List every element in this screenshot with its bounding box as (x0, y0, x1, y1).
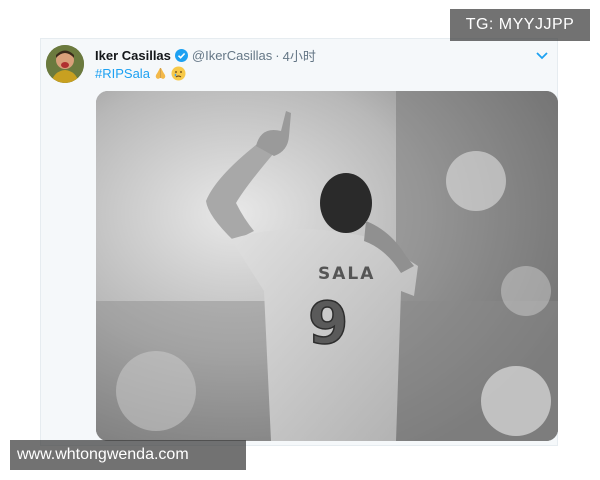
avatar[interactable] (46, 45, 84, 83)
user-handle[interactable]: @IkerCasillas (192, 48, 272, 63)
display-name[interactable]: Iker Casillas (95, 48, 171, 63)
meta-separator: · (275, 48, 280, 63)
jersey-number: 9 (308, 289, 348, 357)
jersey-name: SALA (318, 264, 375, 284)
tweet-header: Iker Casillas @IkerCasillas · 4小时 (95, 46, 316, 65)
tweet-timestamp[interactable]: 4小时 (283, 46, 316, 65)
verified-badge-icon (174, 49, 188, 62)
chevron-down-icon[interactable] (535, 48, 549, 60)
hashtag-link[interactable]: #RIPSala (95, 66, 150, 81)
crying-face-emoji-icon (171, 66, 186, 81)
tweet-text: #RIPSala (95, 66, 186, 81)
tweet-card[interactable]: Iker Casillas @IkerCasillas · 4小时 #RIPSa… (40, 38, 558, 446)
watermark-bottom-left: www.whtongwenda.com (10, 440, 246, 470)
folded-hands-emoji-icon (153, 66, 168, 81)
tweet-photo[interactable]: SALA 9 (96, 91, 558, 441)
watermark-top-right: TG: MYYJJPP (450, 9, 590, 41)
